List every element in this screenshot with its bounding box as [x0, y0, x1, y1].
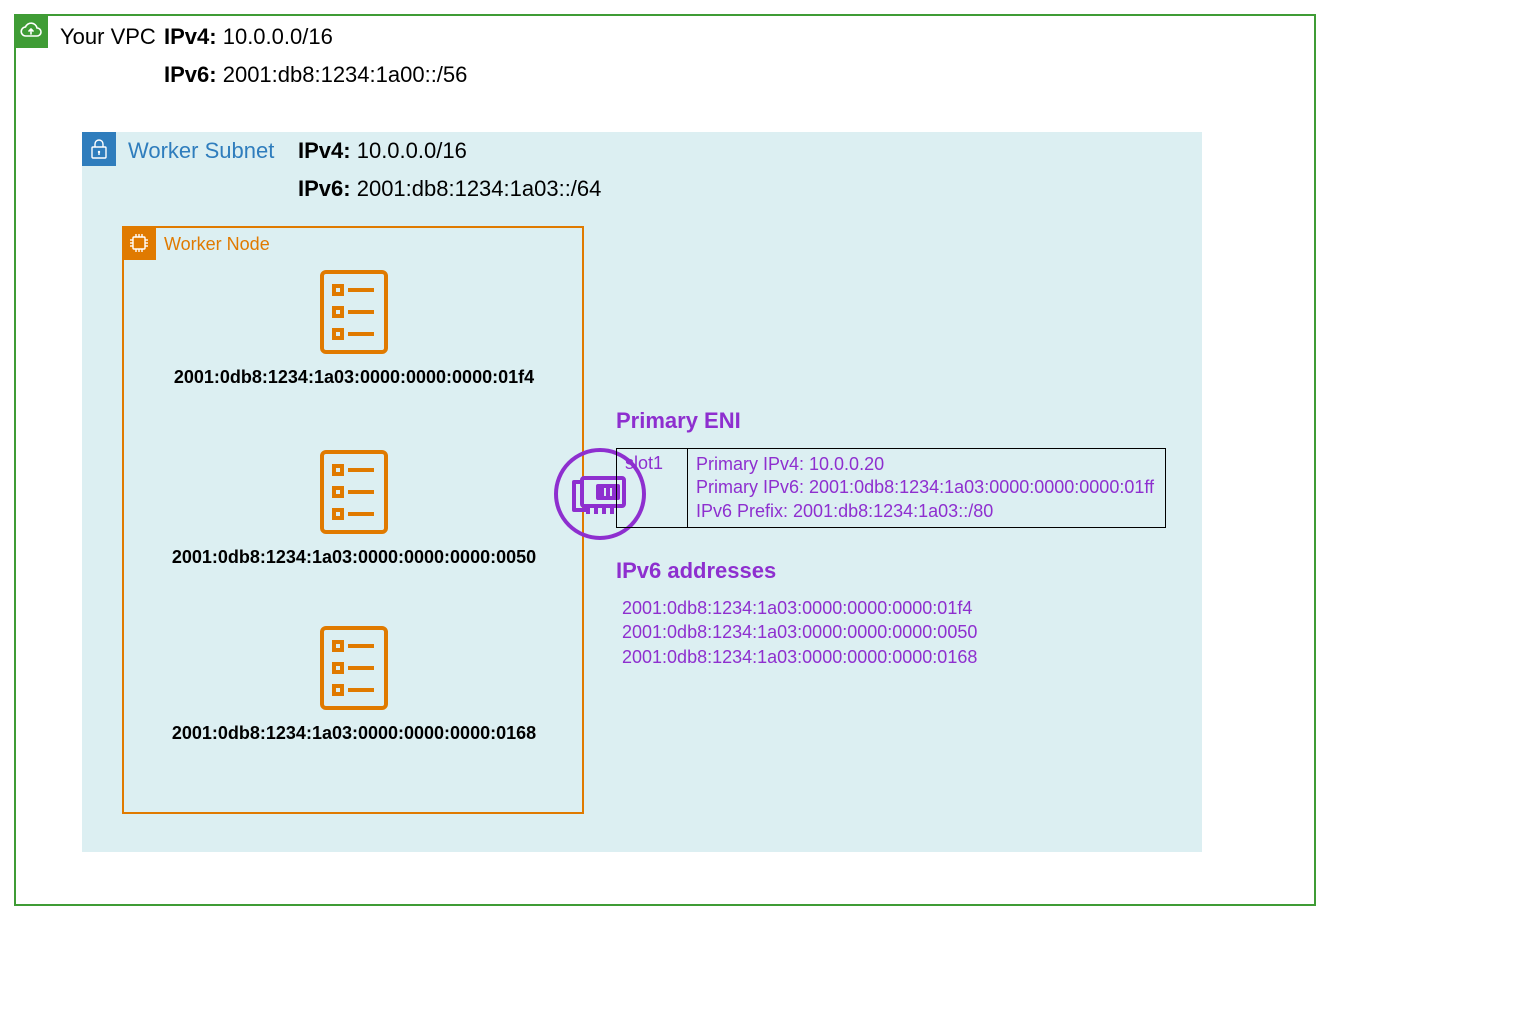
subnet-ipv4: IPv4: 10.0.0.0/16 — [298, 138, 467, 164]
lock-icon — [82, 132, 116, 166]
subnet-title: Worker Subnet — [128, 138, 274, 164]
eni-slot-cell: slot1 — [617, 449, 688, 528]
ipv6-addresses-heading: IPv6 addresses — [616, 558, 776, 584]
eni-primary-ipv6: Primary IPv6: 2001:0db8:1234:1a03:0000:0… — [696, 476, 1157, 499]
vpc-ipv4-label: IPv4: — [164, 24, 217, 49]
vpc-title: Your VPC — [60, 24, 156, 50]
ipv6-addresses-list: 2001:0db8:1234:1a03:0000:0000:0000:01f4 … — [622, 596, 977, 669]
eni-table: slot1 Primary IPv4: 10.0.0.20 Primary IP… — [616, 448, 1166, 528]
vpc-ipv4: IPv4: 10.0.0.0/16 — [164, 24, 333, 50]
subnet-ipv4-label: IPv4: — [298, 138, 351, 163]
diagram-canvas: Your VPC IPv4: 10.0.0.0/16 IPv6: 2001:db… — [0, 0, 1528, 1026]
subnet-ipv4-value: 10.0.0.0/16 — [357, 138, 467, 163]
pod-item: 2001:0db8:1234:1a03:0000:0000:0000:0050 — [134, 448, 574, 568]
ipv6-address-item: 2001:0db8:1234:1a03:0000:0000:0000:0050 — [622, 620, 977, 644]
subnet-ipv6: IPv6: 2001:db8:1234:1a03::/64 — [298, 176, 601, 202]
ipv6-address-item: 2001:0db8:1234:1a03:0000:0000:0000:01f4 — [622, 596, 977, 620]
container-icon — [318, 699, 390, 716]
chip-icon — [122, 226, 156, 260]
cloud-icon — [14, 14, 48, 48]
table-row: slot1 Primary IPv4: 10.0.0.20 Primary IP… — [617, 449, 1166, 528]
worker-node-container: Worker Node 2001:0db8:1234:1a03:0000 — [122, 226, 584, 814]
vpc-ipv6-label: IPv6: — [164, 62, 217, 87]
subnet-ipv6-label: IPv6: — [298, 176, 351, 201]
pod-address: 2001:0db8:1234:1a03:0000:0000:0000:0168 — [134, 723, 574, 744]
vpc-ipv6-value: 2001:db8:1234:1a00::/56 — [223, 62, 468, 87]
eni-details-cell: Primary IPv4: 10.0.0.20 Primary IPv6: 20… — [688, 449, 1166, 528]
pod-item: 2001:0db8:1234:1a03:0000:0000:0000:01f4 — [134, 268, 574, 388]
subnet-container: Worker Subnet IPv4: 10.0.0.0/16 IPv6: 20… — [82, 132, 1202, 852]
container-icon — [318, 523, 390, 540]
pod-address: 2001:0db8:1234:1a03:0000:0000:0000:01f4 — [134, 367, 574, 388]
ipv6-address-item: 2001:0db8:1234:1a03:0000:0000:0000:0168 — [622, 645, 977, 669]
worker-node-title: Worker Node — [164, 234, 270, 255]
eni-primary-ipv4: Primary IPv4: 10.0.0.20 — [696, 453, 1157, 476]
vpc-container: Your VPC IPv4: 10.0.0.0/16 IPv6: 2001:db… — [14, 14, 1316, 906]
vpc-ipv4-value: 10.0.0.0/16 — [223, 24, 333, 49]
primary-eni-heading: Primary ENI — [616, 408, 741, 434]
eni-ipv6-prefix: IPv6 Prefix: 2001:db8:1234:1a03::/80 — [696, 500, 1157, 523]
subnet-ipv6-value: 2001:db8:1234:1a03::/64 — [357, 176, 602, 201]
pod-address: 2001:0db8:1234:1a03:0000:0000:0000:0050 — [134, 547, 574, 568]
container-icon — [318, 343, 390, 360]
pod-item: 2001:0db8:1234:1a03:0000:0000:0000:0168 — [134, 624, 574, 744]
vpc-ipv6: IPv6: 2001:db8:1234:1a00::/56 — [164, 62, 467, 88]
